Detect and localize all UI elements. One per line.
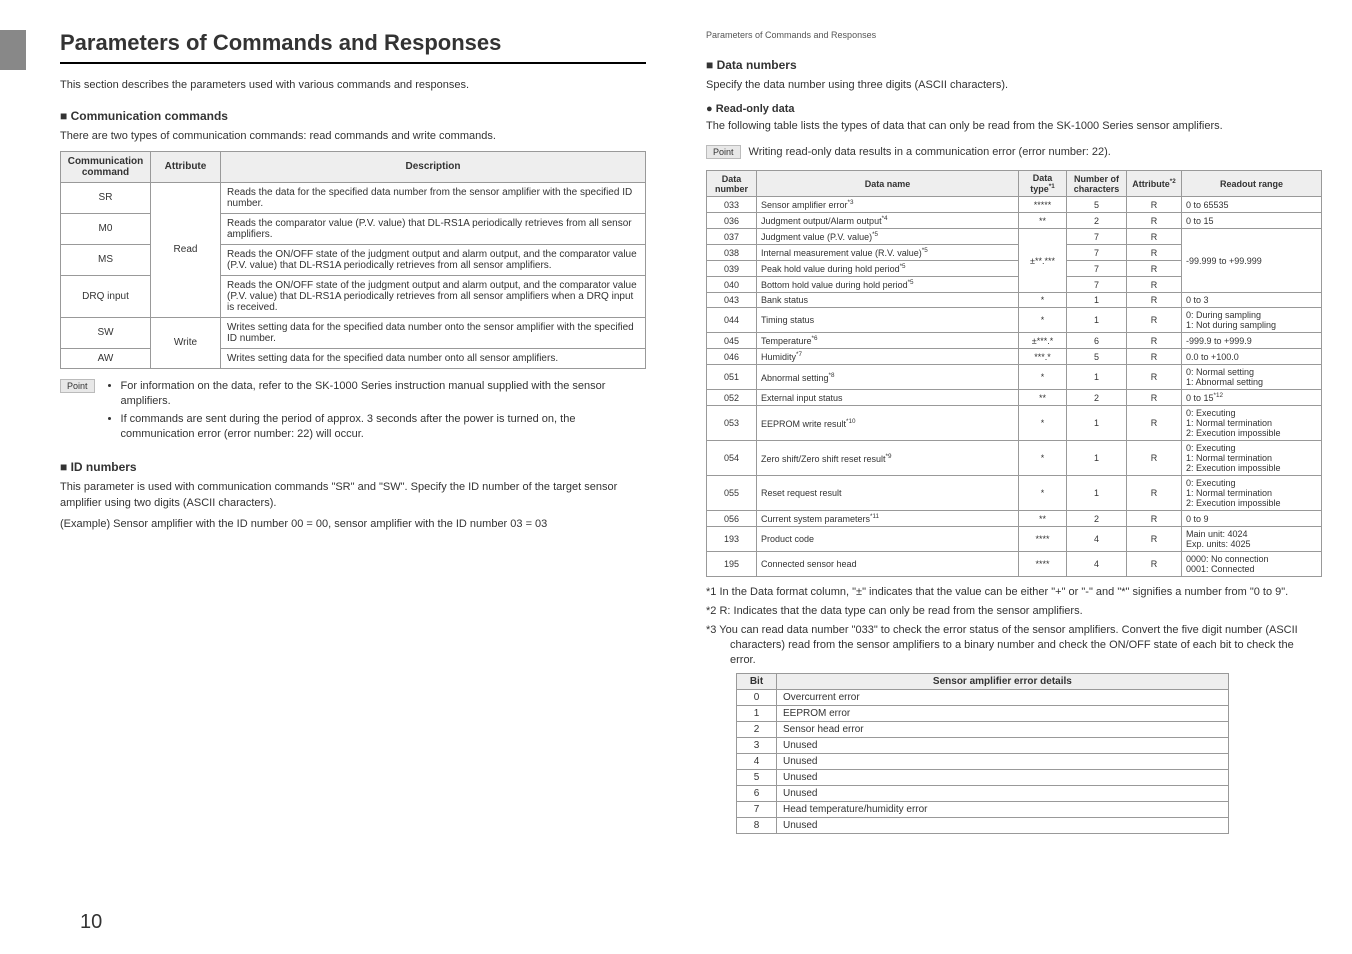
cmd-ms: MS [61, 244, 151, 275]
col-num-chars: Number of characters [1067, 171, 1127, 197]
table-row: 054Zero shift/Zero shift reset result*9*… [707, 441, 1322, 476]
table-row: M0 Reads the comparator value (P.V. valu… [61, 213, 646, 244]
table-row: 056Current system parameters*11**2R0 to … [707, 511, 1322, 527]
col-attribute: Attribute [151, 151, 221, 182]
table-row: SW Write Writes setting data for the spe… [61, 317, 646, 348]
commands-table: Communication command Attribute Descript… [60, 151, 646, 369]
chapter-title: Parameters of Commands and Responses [60, 30, 646, 64]
point-tag: Point [706, 145, 741, 159]
breadcrumb: Parameters of Commands and Responses [706, 30, 1322, 40]
col-readout-range: Readout range [1182, 171, 1322, 197]
note-2: *2 R: Indicates that the data type can o… [706, 604, 1322, 619]
attr-write: Write [151, 317, 221, 368]
col-data-type: Data type*1 [1019, 171, 1067, 197]
table-row: 6Unused [737, 786, 1229, 802]
desc-sr: Reads the data for the specified data nu… [221, 182, 646, 213]
desc-aw: Writes setting data for the specified da… [221, 348, 646, 368]
cmd-m0: M0 [61, 213, 151, 244]
table-row: DRQ input Reads the ON/OFF state of the … [61, 275, 646, 317]
table-row: 5Unused [737, 770, 1229, 786]
cmd-aw: AW [61, 348, 151, 368]
table-row: 033Sensor amplifier error*3*****5R0 to 6… [707, 197, 1322, 213]
table-row: 037Judgment value (P.V. value)*5±**.***7… [707, 229, 1322, 245]
col-bit: Bit [737, 674, 777, 690]
data-intro: Specify the data number using three digi… [706, 78, 1322, 93]
table-row: 195Connected sensor head****4R0000: No c… [707, 552, 1322, 577]
table-row: 045Temperature*6±***.*6R-999.9 to +999.9 [707, 333, 1322, 349]
table-row: 052External input status**2R0 to 15*12 [707, 390, 1322, 406]
footnotes: *1 In the Data format column, "±" indica… [706, 585, 1322, 667]
col-data-name: Data name [757, 171, 1019, 197]
table-row: AW Writes setting data for the specified… [61, 348, 646, 368]
cmd-sr: SR [61, 182, 151, 213]
table-row: 046Humidity*7***.*5R0.0 to +100.0 [707, 349, 1322, 365]
table-row: 055Reset request result*1R0: Executing1:… [707, 476, 1322, 511]
section-communication: Communication commands [60, 109, 646, 123]
id-example: (Example) Sensor amplifier with the ID n… [60, 517, 646, 532]
id-paragraph: This parameter is used with communicatio… [60, 480, 646, 511]
cmd-drq: DRQ input [61, 275, 151, 317]
point-tag: Point [60, 379, 95, 393]
readonly-data-table: Data number Data name Data type*1 Number… [706, 170, 1322, 577]
table-row: 036Judgment output/Alarm output*4**2R0 t… [707, 213, 1322, 229]
table-row: 7Head temperature/humidity error [737, 802, 1229, 818]
table-row: 0Overcurrent error [737, 690, 1229, 706]
table-row: 053EEPROM write result*10*1R0: Executing… [707, 406, 1322, 441]
table-row: 8Unused [737, 818, 1229, 834]
table-row: 2Sensor head error [737, 722, 1229, 738]
attr-read: Read [151, 182, 221, 317]
desc-drq: Reads the ON/OFF state of the judgment o… [221, 275, 646, 317]
note-3: *3 You can read data number "033" to che… [706, 623, 1322, 668]
bits-table: Bit Sensor amplifier error details 0Over… [736, 673, 1229, 834]
page-number: 10 [80, 911, 102, 934]
col-data-number: Data number [707, 171, 757, 197]
point-text: Writing read-only data results in a comm… [749, 145, 1111, 160]
table-row: 051Abnormal setting*8*1R0: Normal settin… [707, 365, 1322, 390]
ro-intro: The following table lists the types of d… [706, 119, 1322, 134]
note-1: *1 In the Data format column, "±" indica… [706, 585, 1322, 600]
cmd-sw: SW [61, 317, 151, 348]
table-row: 1EEPROM error [737, 706, 1229, 722]
table-row: 043Bank status*1R0 to 3 [707, 293, 1322, 308]
table-row: 193Product code****4RMain unit: 4024Exp.… [707, 527, 1322, 552]
point-callout: Point For information on the data, refer… [60, 379, 646, 446]
table-row: 3Unused [737, 738, 1229, 754]
col-bit-details: Sensor amplifier error details [777, 674, 1229, 690]
comm-intro: There are two types of communication com… [60, 129, 646, 144]
col-description: Description [221, 151, 646, 182]
point-item: For information on the data, refer to th… [121, 379, 646, 409]
side-tab [0, 30, 26, 70]
col-comm-command: Communication command [61, 151, 151, 182]
intro-text: This section describes the parameters us… [60, 78, 646, 93]
col-attribute: Attribute*2 [1127, 171, 1182, 197]
table-row: 044Timing status*1R0: During sampling1: … [707, 308, 1322, 333]
desc-ms: Reads the ON/OFF state of the judgment o… [221, 244, 646, 275]
table-row: SR Read Reads the data for the specified… [61, 182, 646, 213]
section-data-numbers: Data numbers [706, 58, 1322, 72]
desc-sw: Writes setting data for the specified da… [221, 317, 646, 348]
desc-m0: Reads the comparator value (P.V. value) … [221, 213, 646, 244]
point-item: If commands are sent during the period o… [121, 412, 646, 442]
subheading-read-only: Read-only data [706, 103, 1322, 115]
table-row: MS Reads the ON/OFF state of the judgmen… [61, 244, 646, 275]
section-id-numbers: ID numbers [60, 460, 646, 474]
table-row: 4Unused [737, 754, 1229, 770]
point-callout: Point Writing read-only data results in … [706, 145, 1322, 160]
